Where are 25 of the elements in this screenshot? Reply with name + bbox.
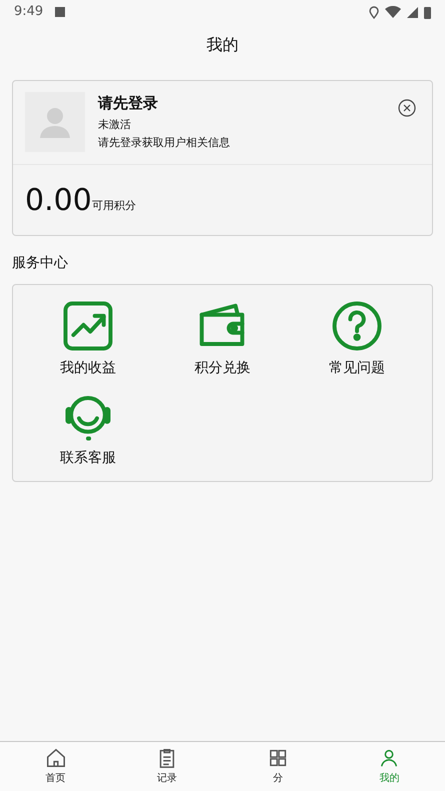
nav-tab[interactable]: 我的 [334, 742, 445, 791]
service-item[interactable]: 积分兑换 [155, 299, 290, 379]
service-item[interactable]: 联系客服 [21, 389, 156, 469]
section-title: 服务中心 [12, 255, 68, 271]
service-item[interactable]: 常见问题 [290, 299, 424, 379]
person-icon [38, 105, 72, 139]
location-icon [369, 6, 379, 18]
trend-chart-icon [61, 299, 116, 353]
status-time: 9:49 [14, 3, 44, 22]
wifi-icon [385, 6, 401, 18]
points-value: 0.00 [25, 185, 92, 217]
service-item[interactable]: 我的收益 [21, 299, 156, 379]
account-status: 未激活 [98, 117, 132, 133]
home-icon [44, 747, 67, 769]
signal-icon [407, 6, 418, 18]
question-mark-icon [330, 299, 384, 353]
login-hint: 请先登录获取用户相关信息 [98, 135, 231, 151]
nav-tab[interactable]: 首页 [0, 742, 112, 791]
login-prompt[interactable]: 请先登录 [98, 92, 398, 114]
page-title: 我的 [206, 34, 238, 56]
nav-tab[interactable]: 分 [222, 742, 334, 791]
nav-tab[interactable]: 记录 [111, 742, 222, 791]
points-label: 可用积分 [92, 198, 136, 214]
close-button[interactable] [398, 99, 416, 117]
battery-icon [424, 6, 431, 18]
